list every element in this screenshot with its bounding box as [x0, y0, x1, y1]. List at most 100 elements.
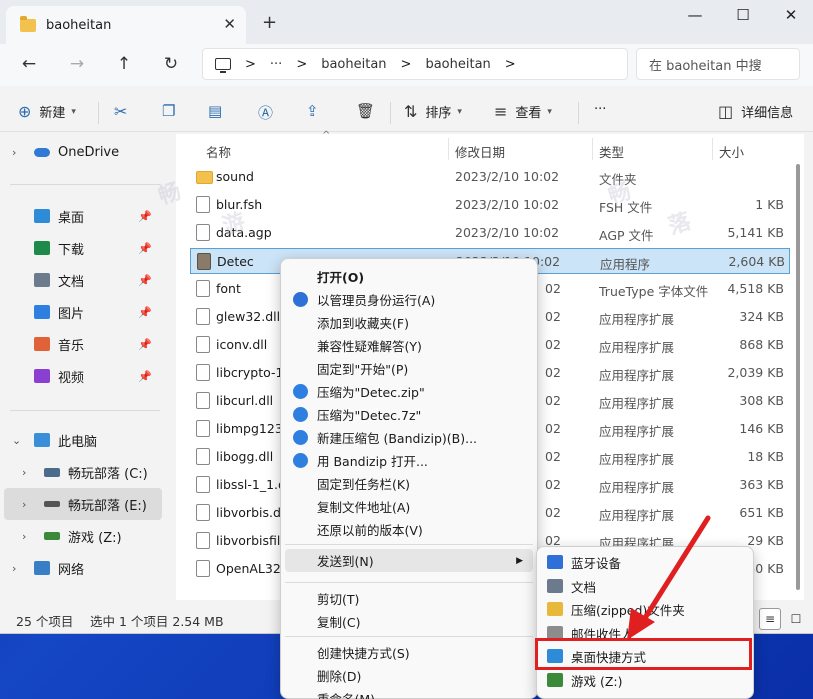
context-menu-item[interactable]: 复制文件地址(A) [285, 495, 533, 518]
sidebar-item-quick-access[interactable]: 音乐 📌 [0, 328, 158, 360]
context-menu-item[interactable]: 还原以前的版本(V) [285, 518, 533, 541]
pin-icon[interactable]: 📌 [138, 338, 152, 351]
pin-icon[interactable]: 📌 [138, 306, 152, 319]
context-menu-item[interactable]: 复制(C) [285, 610, 533, 633]
title-bar: baoheitan ✕ + — ☐ ✕ [0, 0, 813, 44]
file-size: 2,039 KB [727, 365, 784, 380]
minimize-button[interactable]: — [680, 6, 710, 24]
file-date: 02 [545, 449, 561, 464]
column-header-name[interactable]: 名称 [206, 142, 231, 161]
pin-icon[interactable]: 📌 [138, 242, 152, 255]
context-menu-item[interactable]: 打开(O) [285, 265, 533, 288]
more-options-button[interactable]: ··· [594, 102, 606, 117]
details-pane-icon: ◫ [718, 102, 734, 121]
paste-icon[interactable]: ▤ [208, 102, 222, 120]
share-icon[interactable]: ⇪ [306, 102, 319, 120]
breadcrumb-item[interactable]: baoheitan [321, 57, 386, 72]
pin-icon[interactable]: 📌 [138, 210, 152, 223]
breadcrumb-ellipsis[interactable]: ··· [270, 57, 282, 72]
pin-icon[interactable]: 📌 [138, 274, 152, 287]
context-menu-item[interactable]: 添加到收藏夹(F) [285, 311, 533, 334]
search-input[interactable]: 在 baoheitan 中搜 [636, 48, 800, 80]
sidebar-item-drive-z[interactable]: › 游戏 (Z:) [0, 520, 158, 552]
close-window-button[interactable]: ✕ [776, 6, 806, 24]
sort-button[interactable]: ⇅ 排序 ▾ [404, 102, 462, 121]
breadcrumb-item[interactable]: baoheitan [425, 57, 490, 72]
tiles-view-button[interactable]: ☐ [785, 608, 807, 630]
command-bar: ⊕ 新建 ▾ ✂ ❐ ▤ Ⓐ ⇪ 🗑 ⇅ 排序 ▾ ≡ 查看 ▾ ··· ◫ 详… [0, 94, 813, 132]
context-menu-item[interactable]: 压缩为"Detec.7z" [285, 403, 533, 426]
chevron-right-icon: › [12, 561, 17, 575]
address-bar[interactable]: > ··· > baoheitan > baoheitan > [202, 48, 628, 80]
context-menu-item[interactable]: 发送到(N) ▶ [285, 549, 533, 572]
quick-access-icon [34, 209, 50, 223]
sidebar-item-quick-access[interactable]: 桌面 📌 [0, 200, 158, 232]
context-menu-item[interactable]: 以管理员身份运行(A) [285, 288, 533, 311]
back-button[interactable]: ← [18, 54, 40, 74]
pin-icon[interactable]: 📌 [138, 370, 152, 383]
tab-close-icon[interactable]: ✕ [223, 15, 236, 33]
sidebar-item-quick-access[interactable]: 文档 📌 [0, 264, 158, 296]
sidebar-item-quick-access[interactable]: 图片 📌 [0, 296, 158, 328]
context-menu-item[interactable]: 新建压缩包 (Bandizip)(B)... [285, 426, 533, 449]
context-menu-item[interactable]: 删除(D) [285, 664, 533, 687]
rename-icon[interactable]: Ⓐ [258, 102, 273, 123]
copy-icon[interactable]: ❐ [162, 102, 175, 120]
file-size: 651 KB [739, 505, 784, 520]
sidebar-divider [10, 410, 160, 411]
table-row[interactable]: sound 2023/2/10 10:02 文件夹 [190, 164, 790, 190]
send-to-item[interactable]: 压缩(zipped)文件夹 [541, 598, 749, 621]
new-label: 新建 [39, 106, 66, 121]
menu-separator [285, 582, 533, 583]
new-tab-button[interactable]: + [262, 12, 277, 33]
send-to-item[interactable]: 游戏 (Z:) [541, 669, 749, 692]
context-menu-item[interactable]: 固定到"开始"(P) [285, 357, 533, 380]
tab-baoheitan[interactable]: baoheitan ✕ [6, 6, 246, 44]
maximize-button[interactable]: ☐ [728, 6, 758, 24]
file-date: 02 [545, 505, 561, 520]
context-menu-item[interactable]: 压缩为"Detec.zip" [285, 380, 533, 403]
file-size: 4,518 KB [727, 281, 784, 296]
send-to-item[interactable]: 文档 [541, 575, 749, 598]
menu-item-label: 固定到"开始"(P) [317, 362, 409, 377]
details-view-button[interactable]: ≡ [759, 608, 781, 630]
file-date: 02 [545, 477, 561, 492]
refresh-button[interactable]: ↻ [160, 54, 182, 74]
file-date: 2023/2/10 10:02 [455, 225, 560, 240]
column-header-date[interactable]: 修改日期 [455, 142, 505, 161]
menu-item-label: 压缩(zipped)文件夹 [571, 603, 685, 618]
sidebar-item-onedrive[interactable]: › OneDrive [0, 136, 158, 168]
up-button[interactable]: ↑ [113, 54, 135, 74]
quick-access-icon [34, 241, 50, 255]
table-row[interactable]: blur.fsh 2023/2/10 10:02 FSH 文件 1 KB [190, 192, 790, 218]
send-to-item[interactable]: 蓝牙设备 [541, 551, 749, 574]
context-menu-item[interactable]: 剪切(T) [285, 587, 533, 610]
send-to-icon [547, 578, 563, 593]
delete-icon[interactable]: 🗑 [356, 102, 375, 120]
network-icon [34, 561, 50, 575]
forward-button[interactable]: → [66, 54, 88, 74]
sidebar-item-network[interactable]: › 网络 [0, 552, 158, 584]
details-pane-button[interactable]: ◫ 详细信息 [718, 102, 793, 121]
view-icon: ≡ [494, 102, 508, 121]
context-menu-item[interactable]: 用 Bandizip 打开... [285, 449, 533, 472]
sidebar-item-this-pc[interactable]: ⌄ 此电脑 [0, 424, 158, 456]
sidebar-item-quick-access[interactable]: 下载 📌 [0, 232, 158, 264]
new-button[interactable]: ⊕ 新建 ▾ [18, 102, 76, 121]
cut-icon[interactable]: ✂ [114, 102, 127, 121]
breadcrumb-chevron: > [296, 56, 308, 72]
view-button[interactable]: ≡ 查看 ▾ [494, 102, 552, 121]
sidebar-item-drive-e[interactable]: › 畅玩部落 (E:) [4, 488, 162, 520]
sidebar-item-drive-c[interactable]: › 畅玩部落 (C:) [0, 456, 158, 488]
file-date: 2023/2/10 10:02 [455, 169, 560, 184]
context-menu-item[interactable]: 创建快捷方式(S) [285, 641, 533, 664]
context-menu-item[interactable]: 兼容性疑难解答(Y) [285, 334, 533, 357]
sidebar-item-quick-access[interactable]: 视频 📌 [0, 360, 158, 392]
column-divider [448, 138, 449, 160]
vertical-scrollbar[interactable] [796, 164, 800, 590]
context-menu-item[interactable]: 固定到任务栏(K) [285, 472, 533, 495]
context-menu-item[interactable]: 重命名(M) [285, 687, 533, 699]
column-header-size[interactable]: 大小 [719, 142, 744, 161]
table-row[interactable]: data.agp 2023/2/10 10:02 AGP 文件 5,141 KB [190, 220, 790, 246]
column-header-type[interactable]: 类型 [599, 142, 624, 161]
